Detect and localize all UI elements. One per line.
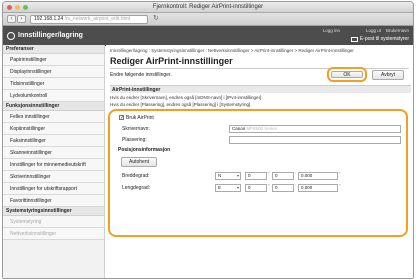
mail-admin-link[interactable]: E-post til systemstyrer <box>350 36 409 42</box>
url-host: 192.168.1.24 <box>34 16 64 22</box>
mail-icon <box>350 36 358 42</box>
second-symbol: " <box>339 183 341 188</box>
longitude-direction-select[interactable]: E ▾ <box>215 184 241 192</box>
browser-toolbar: ‹ › 192.168.1.24 /rs_network_airprint_ed… <box>3 13 413 26</box>
sidebar-item-volume[interactable]: Lydvolumkontroll <box>3 90 104 102</box>
latitude-minutes-field[interactable]: 0 <box>272 172 294 180</box>
latitude-label: Breddegrad: <box>122 173 150 179</box>
printer-name-value: Canon <box>232 126 246 131</box>
logout-link[interactable]: Logg ut <box>366 28 381 33</box>
title-bar: Fjernkontroll: Rediger AirPrint-innstill… <box>3 2 413 13</box>
autoget-button[interactable]: Autohent <box>121 157 157 167</box>
location-field[interactable] <box>229 136 401 144</box>
longitude-degrees-field[interactable]: 0 <box>245 184 267 192</box>
ok-button-highlight: OK <box>327 67 367 82</box>
cancel-button[interactable]: Avbryt <box>372 70 404 80</box>
sidebar-item-fax[interactable]: Faksinnstillinger <box>3 135 104 147</box>
sidebar-item-paper[interactable]: Papirinnstillinger <box>3 54 104 66</box>
latitude-seconds-field[interactable]: 0.000 <box>298 172 338 180</box>
page-title: Rediger AirPrint-innstillinger <box>110 56 233 66</box>
longitude-direction-value: E <box>218 185 222 190</box>
sidebar-item-scan[interactable]: Skanneinnstillinger <box>3 147 104 159</box>
latitude-direction-value: N <box>218 173 222 178</box>
settings-logo-icon <box>7 32 15 40</box>
use-airprint-checkbox[interactable]: ✓ <box>119 115 124 121</box>
sidebar-item-favorites[interactable]: Favorittinnstillinger <box>3 195 104 207</box>
sidebar-section-preferences: Preferanser <box>3 45 104 54</box>
address-bar[interactable]: 192.168.1.24 /rs_network_airprint_edit.h… <box>30 15 148 24</box>
breadcrumb: Innstillinger/lagring : Systemstyringsin… <box>110 48 354 53</box>
sidebar-item-memory-media[interactable]: Innstillinger for minnemedieutskrift <box>3 159 104 171</box>
note-line-1: Hvis du endrer [Skrivernavn], endres ogs… <box>110 95 263 100</box>
app-header: Innstillinger/lagring Logg inn Logg ut B… <box>3 26 413 46</box>
degree-symbol: ° <box>268 171 270 176</box>
sidebar-item-copy[interactable]: Kopiinnstillinger <box>3 123 104 135</box>
printer-name-label: Skrivernavn: <box>122 126 150 132</box>
url-path: /rs_network_airprint_edit.html <box>64 16 131 22</box>
position-header: Posisjonsinformasjon <box>118 147 171 153</box>
printer-name-model: MF8500 Series <box>246 126 278 131</box>
second-symbol: " <box>339 171 341 176</box>
minute-symbol: ' <box>295 183 296 188</box>
chevron-down-icon: ▾ <box>236 173 239 178</box>
main-content: Innstillinger/lagring : Systemstyringsin… <box>106 45 413 278</box>
sidebar-item-network[interactable]: Nettverksinnstillinger <box>3 228 104 240</box>
app-brand: Innstillinger/lagring <box>18 32 83 39</box>
longitude-minutes-field[interactable]: 0 <box>272 184 294 192</box>
window-title: Fjernkontroll: Rediger AirPrint-innstill… <box>152 4 264 10</box>
sidebar: Preferanser Papirinnstillinger Displayin… <box>3 45 105 278</box>
minute-symbol: ' <box>295 171 296 176</box>
chevron-down-icon: ▾ <box>236 185 239 190</box>
mail-admin-label: E-post til systemstyrer <box>359 36 409 42</box>
sidebar-item-time[interactable]: Tidsinnstillinger <box>3 78 104 90</box>
sidebar-item-report[interactable]: Innstillinger for utskriftsrapport <box>3 183 104 195</box>
sidebar-item-system-management[interactable]: Systemstyring <box>3 216 104 228</box>
note-line-2: Hvis du endrer [Plassering], endres også… <box>110 102 252 107</box>
section-header: AirPrint-innstillinger <box>110 85 411 93</box>
longitude-seconds-field[interactable]: 0.000 <box>298 184 338 192</box>
longitude-label: Lengdegrad: <box>122 185 151 191</box>
latitude-direction-select[interactable]: N ▾ <box>215 172 241 180</box>
intro-text: Endre følgende innstillinger. <box>110 72 172 78</box>
user-name: Brukernavn <box>385 28 409 33</box>
printer-name-field[interactable]: Canon MF8500 Series <box>229 125 401 133</box>
location-label: Plassering: <box>122 137 147 143</box>
back-icon[interactable]: ‹ <box>7 15 16 23</box>
sidebar-section-system: Systemstyringsinnstillinger <box>3 207 104 216</box>
sidebar-item-printer[interactable]: Skriverinnstillinger <box>3 171 104 183</box>
reload-icon[interactable]: ↻ <box>153 15 162 23</box>
latitude-degrees-field[interactable]: 0 <box>245 172 267 180</box>
sidebar-item-common[interactable]: Felles innstillinger <box>3 111 104 123</box>
ok-button[interactable]: OK <box>331 71 363 78</box>
login-label: Logg inn <box>322 28 340 33</box>
use-airprint-label: Bruk AirPrint <box>126 115 154 121</box>
sidebar-section-functions: Funksjonsinnstillinger <box>3 102 104 111</box>
sidebar-item-display[interactable]: Displayinnstillinger <box>3 66 104 78</box>
degree-symbol: ° <box>268 183 270 188</box>
forward-icon[interactable]: › <box>17 15 26 23</box>
